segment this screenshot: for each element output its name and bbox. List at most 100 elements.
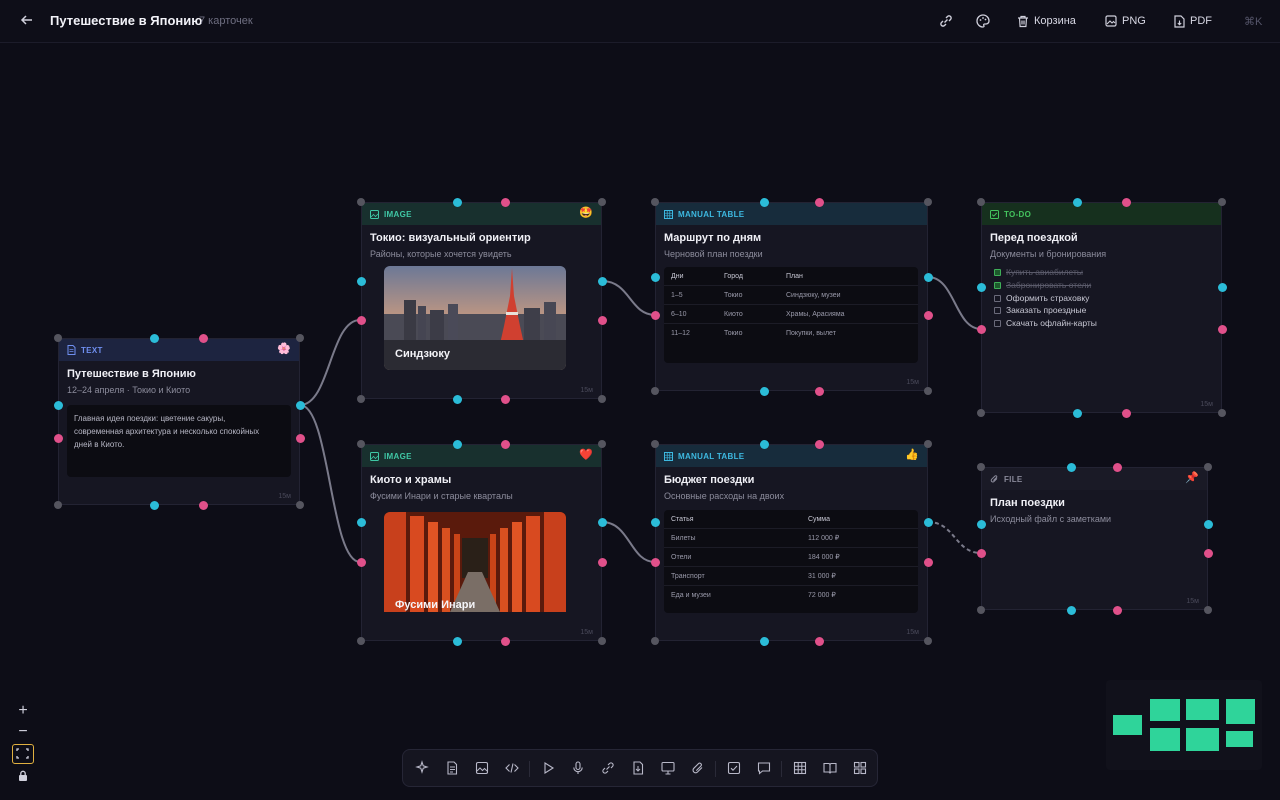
connector-handle[interactable] <box>1112 462 1122 472</box>
resize-handle[interactable] <box>1204 463 1212 471</box>
resize-handle[interactable] <box>598 440 606 448</box>
connector-handle[interactable] <box>597 276 607 286</box>
resize-handle[interactable] <box>54 501 62 509</box>
table-row[interactable]: 6–10 Киото Храмы, Арасияма <box>664 305 918 324</box>
connector-handle[interactable] <box>976 282 986 292</box>
connector-handle[interactable] <box>1217 324 1227 334</box>
connector-handle[interactable] <box>1121 408 1131 418</box>
text-tool[interactable] <box>444 760 460 776</box>
zoom-in-button[interactable]: + <box>11 701 35 721</box>
table-cell[interactable]: 6–10 <box>664 311 724 318</box>
table-cell[interactable]: Отели <box>664 554 808 561</box>
connector-handle[interactable] <box>1072 197 1082 207</box>
comment-tool[interactable] <box>756 760 772 776</box>
connector-handle[interactable] <box>452 636 462 646</box>
todo-card[interactable]: TO-DO Перед поездкой Документы и брониро… <box>981 202 1222 413</box>
connector-handle[interactable] <box>452 394 462 404</box>
link-tool[interactable] <box>600 760 616 776</box>
checkbox-checked[interactable] <box>994 268 1001 276</box>
table-cell[interactable]: 1–5 <box>664 292 724 299</box>
resize-handle[interactable] <box>296 501 304 509</box>
export-png-button[interactable]: PNG <box>1105 12 1146 30</box>
connector-handle[interactable] <box>452 197 462 207</box>
resize-handle[interactable] <box>924 440 932 448</box>
connector-handle[interactable] <box>1112 605 1122 615</box>
pdf-tool[interactable] <box>630 760 646 776</box>
table-cell[interactable]: 72 000 ₽ <box>808 591 836 599</box>
connector-handle[interactable] <box>814 636 824 646</box>
table-cell[interactable]: Храмы, Арасияма <box>786 311 845 318</box>
checkbox[interactable] <box>994 306 1001 314</box>
checkbox[interactable] <box>994 294 1001 302</box>
theme-button[interactable] <box>975 12 991 30</box>
fit-view-button[interactable] <box>12 744 34 764</box>
table-row[interactable]: 1–5 Токио Синдзюку, музеи <box>664 286 918 305</box>
resize-handle[interactable] <box>977 606 985 614</box>
file-tool[interactable] <box>690 760 706 776</box>
tokyo-photo[interactable]: Синдзюку <box>384 266 566 370</box>
budget-table[interactable]: Статья Сумма Билеты 112 000 ₽ Отели 184 … <box>664 510 918 613</box>
resize-handle[interactable] <box>357 395 365 403</box>
checkbox[interactable] <box>994 319 1001 327</box>
connector-handle[interactable] <box>923 517 933 527</box>
route-table[interactable]: Дни Город План 1–5 Токио Синдзюку, музеи… <box>664 267 918 363</box>
connector-handle[interactable] <box>814 197 824 207</box>
audio-tool[interactable] <box>570 760 586 776</box>
table-cell[interactable]: 11–12 <box>664 330 724 337</box>
connector-handle[interactable] <box>1121 197 1131 207</box>
connector-handle[interactable] <box>500 636 510 646</box>
table-cell[interactable]: 31 000 ₽ <box>808 572 836 580</box>
lock-button[interactable] <box>16 769 30 783</box>
connector-handle[interactable] <box>452 439 462 449</box>
more-tools[interactable] <box>852 760 868 776</box>
text-card[interactable]: TEXT 🌸 Путешествие в Японию 12–24 апреля… <box>58 338 300 505</box>
book-tool[interactable] <box>822 760 838 776</box>
table-cell[interactable]: Токио <box>724 292 786 299</box>
table-cell[interactable]: Киото <box>724 311 786 318</box>
connector-handle[interactable] <box>814 439 824 449</box>
resize-handle[interactable] <box>1204 606 1212 614</box>
resize-handle[interactable] <box>924 387 932 395</box>
todo-tool[interactable] <box>726 760 742 776</box>
connector-handle[interactable] <box>1217 282 1227 292</box>
connector-handle[interactable] <box>356 517 366 527</box>
connector-handle[interactable] <box>500 197 510 207</box>
connector-handle[interactable] <box>53 433 63 443</box>
connector-handle[interactable] <box>1066 605 1076 615</box>
connector-handle[interactable] <box>650 310 660 320</box>
resize-handle[interactable] <box>651 198 659 206</box>
heart-emoji-icon[interactable]: ❤️ <box>579 449 593 461</box>
zoom-out-button[interactable]: − <box>11 722 35 742</box>
connector-handle[interactable] <box>356 315 366 325</box>
resize-handle[interactable] <box>598 637 606 645</box>
table-cell[interactable]: Токио <box>724 330 786 337</box>
video-tool[interactable] <box>540 760 556 776</box>
star-eyes-emoji-icon[interactable]: 🤩 <box>579 207 593 219</box>
link-button[interactable] <box>938 12 954 30</box>
connector-handle[interactable] <box>597 315 607 325</box>
table-cell[interactable]: Покупки, вылет <box>786 330 836 337</box>
table-row[interactable]: Транспорт 31 000 ₽ <box>664 567 918 586</box>
todo-item[interactable]: Скачать офлайн-карты <box>994 318 1097 328</box>
connector-handle[interactable] <box>759 386 769 396</box>
resize-handle[interactable] <box>924 198 932 206</box>
table-card-route[interactable]: MANUAL TABLE Маршрут по дням Черновой пл… <box>655 202 928 391</box>
table-cell[interactable]: 112 000 ₽ <box>808 534 839 542</box>
export-pdf-button[interactable]: PDF <box>1174 12 1212 30</box>
connector-handle[interactable] <box>295 400 305 410</box>
resize-handle[interactable] <box>357 440 365 448</box>
resize-handle[interactable] <box>357 198 365 206</box>
image-tool[interactable] <box>474 760 490 776</box>
table-row[interactable]: Билеты 112 000 ₽ <box>664 529 918 548</box>
resize-handle[interactable] <box>651 387 659 395</box>
todo-item[interactable]: Купить авиабилеты <box>994 267 1083 277</box>
connector-handle[interactable] <box>650 517 660 527</box>
connector-handle[interactable] <box>149 333 159 343</box>
connector-handle[interactable] <box>198 500 208 510</box>
connector-handle[interactable] <box>597 557 607 567</box>
connector-handle[interactable] <box>1203 548 1213 558</box>
table-row[interactable]: Еда и музеи 72 000 ₽ <box>664 586 918 604</box>
table-cell[interactable]: Транспорт <box>664 573 808 580</box>
connector-handle[interactable] <box>198 333 208 343</box>
connector-handle[interactable] <box>356 276 366 286</box>
